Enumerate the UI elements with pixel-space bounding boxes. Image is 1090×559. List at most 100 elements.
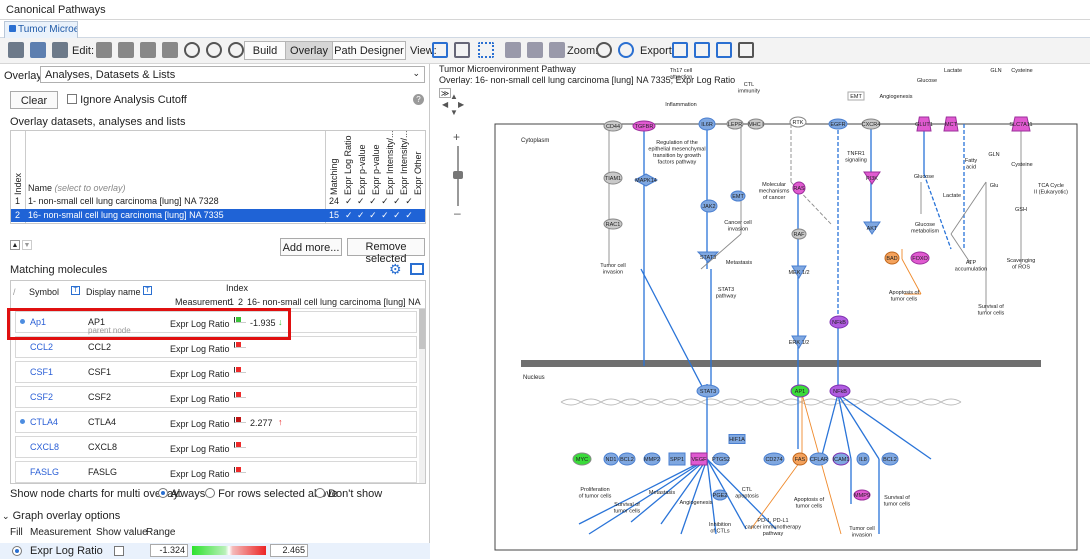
node-raf[interactable]: RAF (791, 228, 807, 240)
node-glut1[interactable]: GLUT1 (915, 116, 933, 132)
node-jak2[interactable]: JAK2 (700, 199, 718, 213)
overlay-button[interactable]: Overlay (285, 41, 333, 60)
refresh-icon[interactable] (118, 42, 134, 58)
ignore-cutoff-box[interactable] (67, 94, 77, 104)
zoom-slider-handle[interactable] (453, 171, 463, 179)
range-min-input[interactable]: -1.324 (150, 544, 188, 557)
node-ras[interactable]: RAS (792, 181, 806, 195)
node-emt_mid[interactable]: EMT (730, 190, 746, 202)
ignore-cutoff-checkbox[interactable]: Ignore Analysis Cutoff (67, 94, 187, 106)
export-list-icon[interactable] (716, 42, 732, 58)
show-value-checkbox[interactable] (114, 546, 124, 556)
radio-always-dot[interactable] (158, 488, 168, 498)
node-pi3k[interactable]: PI3K (863, 171, 881, 185)
symbol-link[interactable]: FASLG (30, 467, 59, 477)
table-icon[interactable] (527, 42, 543, 58)
node-slc7a11[interactable]: SLC7A11 (1009, 116, 1033, 132)
node-cd274[interactable]: CD274 (763, 452, 785, 466)
node-mmp9[interactable]: MMP9 (853, 489, 871, 501)
pathway-canvas[interactable]: Tumor Microenvironment Pathway Overlay: 1… (431, 64, 1090, 559)
radio-rows-selected-dot[interactable] (205, 488, 215, 498)
delete-icon[interactable] (96, 42, 112, 58)
grid-icon[interactable] (549, 42, 565, 58)
tab-tumor-microenvironment[interactable]: Tumor Microe... (4, 21, 78, 38)
remove-selected-button[interactable]: Remove selected (347, 238, 425, 265)
node-rtk[interactable]: RTK (789, 116, 807, 128)
zoom-in-icon[interactable] (618, 42, 634, 58)
pan-right-icon[interactable]: ▶ (458, 100, 464, 109)
network-icon[interactable] (478, 42, 494, 58)
node-mmp2[interactable]: MMP2 (643, 452, 661, 466)
radio-dont-show-dot[interactable] (315, 488, 325, 498)
node-ptgs2[interactable]: PTGS2 (712, 452, 730, 466)
node-fas[interactable]: FAS (792, 452, 808, 466)
node-bad[interactable]: BAD (884, 251, 900, 265)
molecule-row[interactable]: CSF2 CSF2 Expr Log Ratio (15, 386, 417, 408)
molecule-row[interactable]: CXCL8 CXCL8 Expr Log Ratio (15, 436, 417, 458)
node-mapk14[interactable]: MAPK14 (633, 173, 659, 187)
graph-option-row[interactable]: Expr Log Ratio -1.324 2.465 (0, 543, 430, 559)
molecule-row[interactable]: CSF1 CSF1 Expr Log Ratio (15, 361, 417, 383)
symbol-link[interactable]: CTLA4 (30, 417, 58, 427)
node-cflar[interactable]: CFLAR (809, 452, 829, 466)
node-egfr[interactable]: EGFR (828, 118, 848, 130)
node-vegf[interactable]: VEGF (690, 452, 708, 466)
fit-view-icon[interactable] (432, 42, 448, 58)
node-lepr[interactable]: LEPR (726, 118, 744, 130)
node-stat3[interactable]: STAT3 (696, 251, 720, 263)
pan-up-icon[interactable]: ▲ (450, 92, 458, 101)
node-akt[interactable]: AKT (863, 221, 881, 235)
node-spp1[interactable]: SPP1 (668, 452, 686, 466)
graph-options-section[interactable]: ⌄ Graph overlay options (2, 510, 120, 522)
node-pge2[interactable]: PGE2 (712, 489, 728, 501)
scrollbar[interactable] (419, 309, 425, 483)
pan-down-icon[interactable]: ▼ (450, 108, 458, 117)
node-erk[interactable]: ERK 1/2 (789, 335, 809, 349)
build-button[interactable]: Build (244, 41, 286, 60)
node-emt_top[interactable]: EMT (847, 91, 865, 101)
settings-gear-icon[interactable]: ⚙ (389, 261, 402, 278)
dataset-row-selected[interactable]: 2 16- non-small cell lung carcinoma [lun… (11, 209, 425, 222)
add-more-button[interactable]: Add more... (280, 238, 342, 256)
node-nfkb_mid[interactable]: NFkB (829, 315, 849, 329)
symbol-link[interactable]: CCL2 (30, 342, 53, 352)
collapse-chevron-icon[interactable]: ⌄ (2, 511, 10, 521)
symbol-link[interactable]: CSF1 (30, 367, 53, 377)
dataset-row[interactable]: 1 1- non-small cell lung carcinoma [lung… (11, 195, 425, 208)
path-designer-button[interactable]: Path Designer (332, 41, 406, 60)
undo-icon[interactable] (184, 42, 200, 58)
zoom-plus-icon[interactable]: + (453, 130, 460, 144)
sort-icon[interactable]: / (13, 287, 16, 297)
filter-icon[interactable]: T (143, 286, 152, 295)
node-tgfbr[interactable]: TGFBR (632, 120, 656, 132)
help-icon[interactable]: ? (413, 94, 424, 105)
export-molecules-icon[interactable] (410, 263, 424, 275)
pathway-diagram[interactable]: Tumor Microenvironment PathwayOverlay: 1… (431, 64, 1090, 559)
node-mct[interactable]: MCT (943, 116, 959, 132)
zoom-out-icon[interactable] (228, 42, 244, 58)
clipboard-icon[interactable] (8, 42, 24, 58)
node-foxo[interactable]: FOXO (910, 251, 930, 265)
molecule-row[interactable]: CTLA4 CTLA4 Expr Log Ratio 2.277 ↑ (15, 411, 417, 433)
redo-icon[interactable] (206, 42, 222, 58)
pan-left-icon[interactable]: ◀ (442, 100, 448, 109)
move-down-icon[interactable]: ▼ (22, 240, 32, 250)
symbol-link[interactable]: CXCL8 (30, 442, 59, 452)
node-nfkb_nuc[interactable]: NFkB (829, 384, 851, 398)
node-bcl2_b[interactable]: BCL2 (881, 452, 899, 466)
zoom-minus-icon[interactable]: – (454, 206, 461, 220)
paste-icon[interactable] (162, 42, 178, 58)
copy-icon[interactable] (140, 42, 156, 58)
node-il8[interactable]: IL8 (856, 452, 870, 466)
zoom-select-icon[interactable] (596, 42, 612, 58)
add-to-pathway-icon[interactable] (30, 42, 46, 58)
node-icam1[interactable]: ICAM1 (832, 452, 850, 466)
radio-always[interactable]: Always (158, 488, 205, 500)
node-stat3_nuc[interactable]: STAT3 (696, 384, 720, 398)
node-mek[interactable]: MEK 1/2 (788, 265, 810, 279)
node-rac1[interactable]: RAC1 (603, 218, 623, 230)
molecule-row[interactable]: FASLG FASLG Expr Log Ratio (15, 461, 417, 483)
list-icon[interactable] (52, 42, 68, 58)
overlay-select[interactable]: Analyses, Datasets & Lists ⌄ (40, 66, 425, 83)
filter-icon[interactable]: T (71, 286, 80, 295)
